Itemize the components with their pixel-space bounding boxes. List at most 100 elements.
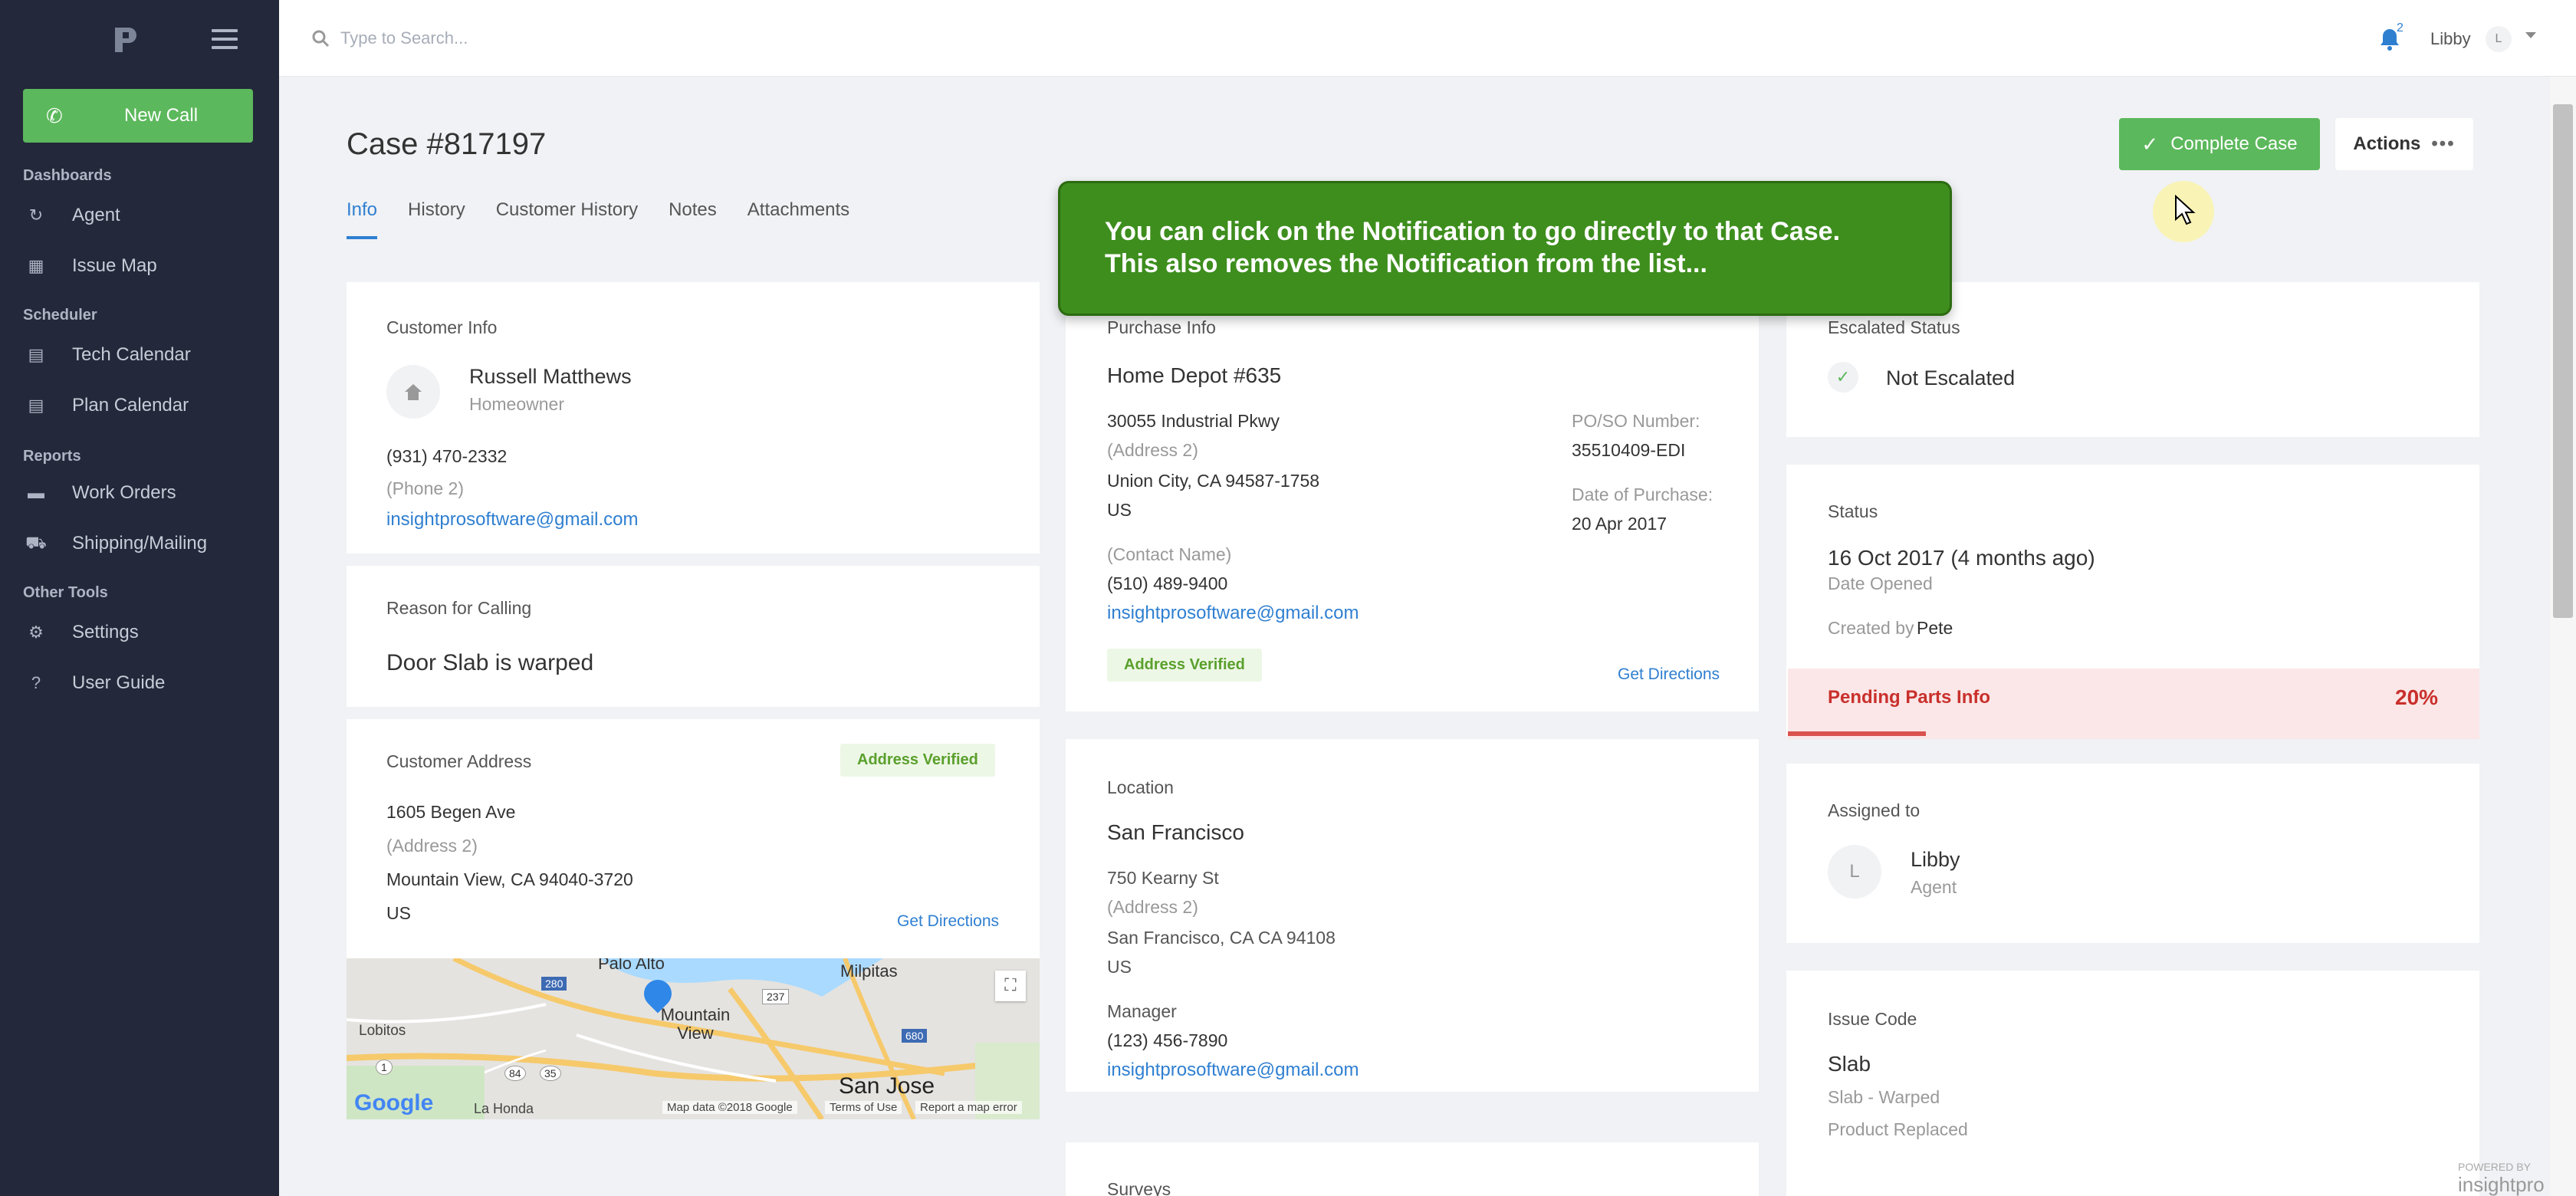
address-line2: (Address 2) bbox=[386, 836, 478, 856]
location-line1: 750 Kearny St bbox=[1107, 868, 1219, 888]
search-input[interactable] bbox=[340, 23, 800, 54]
phone-icon: ✆ bbox=[46, 104, 63, 127]
avatar[interactable]: L bbox=[2486, 26, 2512, 52]
tab-notes[interactable]: Notes bbox=[669, 199, 717, 239]
check-icon: ✓ bbox=[2141, 132, 2159, 156]
customer-address-heading: Customer Address bbox=[386, 751, 532, 771]
status-pending-bar[interactable]: Pending Parts Info 20% bbox=[1788, 669, 2479, 739]
surveys-card: Surveys bbox=[1066, 1142, 1759, 1196]
reason-card: Reason for Calling Door Slab is warped bbox=[347, 566, 1040, 707]
user-name[interactable]: Libby bbox=[2430, 29, 2471, 49]
avatar: L bbox=[1828, 845, 1881, 899]
surveys-heading: Surveys bbox=[1107, 1179, 1171, 1196]
more-icon: ••• bbox=[2431, 133, 2456, 154]
sidebar-item-tech-calendar[interactable]: ▤ Tech Calendar bbox=[23, 336, 268, 374]
assigned-role: Agent bbox=[1911, 877, 1957, 897]
new-call-button[interactable]: ✆ New Call bbox=[23, 89, 253, 143]
sidebar-item-label: Plan Calendar bbox=[72, 395, 189, 416]
sidebar-item-settings[interactable]: ⚙ Settings bbox=[23, 613, 268, 652]
tab-customer-history[interactable]: Customer History bbox=[496, 199, 638, 239]
sidebar-item-label: Work Orders bbox=[72, 482, 176, 503]
purchase-email-link[interactable]: insightprosoftware@gmail.com bbox=[1107, 603, 1359, 624]
nav-group-scheduler: Scheduler bbox=[23, 307, 97, 324]
assigned-name: Libby bbox=[1911, 848, 1960, 871]
customer-info-card: Customer Info Russell Matthews Homeowner… bbox=[347, 282, 1040, 554]
calendar-icon: ▤ bbox=[28, 396, 44, 415]
location-country: US bbox=[1107, 957, 1132, 977]
issue-code-heading: Issue Code bbox=[1828, 1009, 1917, 1029]
sidebar-item-work-orders[interactable]: ▬ Work Orders bbox=[23, 474, 268, 512]
truck-icon: ⛟ bbox=[25, 532, 47, 552]
status-date: 16 Oct 2017 (4 months ago) bbox=[1828, 546, 2095, 570]
map-label-san-jose: San Jose bbox=[839, 1073, 935, 1099]
map-icon: ▦ bbox=[28, 256, 44, 275]
purchase-store: Home Depot #635 bbox=[1107, 363, 1282, 387]
sidebar-item-label: Settings bbox=[72, 622, 139, 642]
address-line1: 1605 Begen Ave bbox=[386, 802, 516, 822]
location-city: San Francisco, CA CA 94108 bbox=[1107, 928, 1336, 948]
map-label-milpitas: Milpitas bbox=[840, 961, 898, 981]
sidebar-item-plan-calendar[interactable]: ▤ Plan Calendar bbox=[23, 386, 268, 425]
gear-icon: ⚙ bbox=[28, 623, 44, 642]
tab-history[interactable]: History bbox=[408, 199, 465, 239]
refresh-icon: ↻ bbox=[28, 205, 44, 225]
manager-label: Manager bbox=[1107, 1001, 1177, 1021]
date-of-purchase-value: 20 Apr 2017 bbox=[1572, 514, 1668, 534]
tab-attachments[interactable]: Attachments bbox=[748, 199, 849, 239]
sidebar-item-issue-map[interactable]: ▦ Issue Map bbox=[23, 247, 268, 285]
sidebar-item-shipping[interactable]: ⛟ Shipping/Mailing bbox=[23, 524, 268, 563]
tab-bar: Info History Customer History Notes Atta… bbox=[347, 199, 849, 239]
complete-case-button[interactable]: ✓ Complete Case bbox=[2119, 118, 2320, 170]
top-bar: 2 Libby L bbox=[279, 0, 2576, 77]
actions-button[interactable]: Actions ••• bbox=[2335, 118, 2473, 170]
mouse-cursor-icon bbox=[2175, 195, 2196, 225]
get-directions-link[interactable]: Get Directions bbox=[1618, 665, 1720, 684]
status-pending-label: Pending Parts Info bbox=[1828, 687, 1991, 708]
purchase-heading: Purchase Info bbox=[1107, 317, 1216, 337]
highway-237: 237 bbox=[762, 989, 790, 1004]
sidebar-item-agent[interactable]: ↻ Agent bbox=[23, 196, 268, 235]
get-directions-link[interactable]: Get Directions bbox=[897, 912, 999, 931]
scrollbar-thumb[interactable] bbox=[2553, 104, 2573, 618]
map-report-link[interactable]: Report a map error bbox=[915, 1101, 1022, 1114]
manager-phone: (123) 456-7890 bbox=[1107, 1030, 1228, 1050]
map-label-mountain-view: Mountain View bbox=[660, 1005, 731, 1043]
sidebar-item-user-guide[interactable]: ? User Guide bbox=[23, 664, 268, 702]
new-call-label: New Call bbox=[124, 105, 199, 126]
chevron-down-icon[interactable] bbox=[2525, 32, 2536, 38]
map-attribution: Map data ©2018 Google bbox=[662, 1101, 797, 1114]
tutorial-tooltip: You can click on the Notification to go … bbox=[1058, 181, 1952, 316]
sidebar-item-label: Issue Map bbox=[72, 255, 157, 276]
map-label-la-honda: La Honda bbox=[474, 1101, 534, 1116]
highway-1: 1 bbox=[376, 1060, 393, 1075]
purchase-info-card: Purchase Info Home Depot #635 30055 Indu… bbox=[1066, 282, 1759, 711]
actions-label: Actions bbox=[2353, 133, 2421, 154]
home-icon bbox=[386, 365, 440, 419]
hamburger-menu-icon[interactable] bbox=[212, 29, 238, 49]
highway-280: 280 bbox=[541, 977, 567, 991]
manager-email-link[interactable]: insightprosoftware@gmail.com bbox=[1107, 1060, 1359, 1081]
calendar-icon: ▤ bbox=[28, 345, 44, 364]
tab-info[interactable]: Info bbox=[347, 199, 378, 239]
map-label-palo-alto: Palo Alto bbox=[598, 958, 665, 973]
customer-info-heading: Customer Info bbox=[386, 317, 498, 337]
issue-code-card: Issue Code Slab Slab - Warped Product Re… bbox=[1786, 971, 2479, 1196]
page-title: Case #817197 bbox=[347, 127, 547, 161]
powered-by-text: POWERED BY bbox=[2458, 1161, 2531, 1173]
check-icon: ✓ bbox=[1828, 362, 1858, 393]
status-pending-percent: 20% bbox=[2395, 685, 2439, 709]
customer-phone2: (Phone 2) bbox=[386, 478, 465, 498]
sidebar-item-label: Agent bbox=[72, 205, 120, 225]
location-name: San Francisco bbox=[1107, 820, 1244, 844]
search-icon bbox=[312, 30, 330, 48]
map[interactable]: Palo Alto Milpitas Mountain View Lobitos… bbox=[347, 958, 1040, 1119]
fullscreen-icon[interactable]: ⛶ bbox=[995, 971, 1026, 1001]
map-terms-link[interactable]: Terms of Use bbox=[825, 1101, 902, 1114]
google-logo: Google bbox=[354, 1090, 434, 1116]
customer-email-link[interactable]: insightprosoftware@gmail.com bbox=[386, 509, 639, 531]
brand-logo: insightpro bbox=[2458, 1173, 2545, 1196]
address-verified-badge: Address Verified bbox=[1107, 649, 1262, 682]
customer-phone: (931) 470-2332 bbox=[386, 446, 508, 466]
date-of-purchase-label: Date of Purchase: bbox=[1572, 485, 1714, 504]
logo-icon[interactable] bbox=[110, 25, 141, 55]
